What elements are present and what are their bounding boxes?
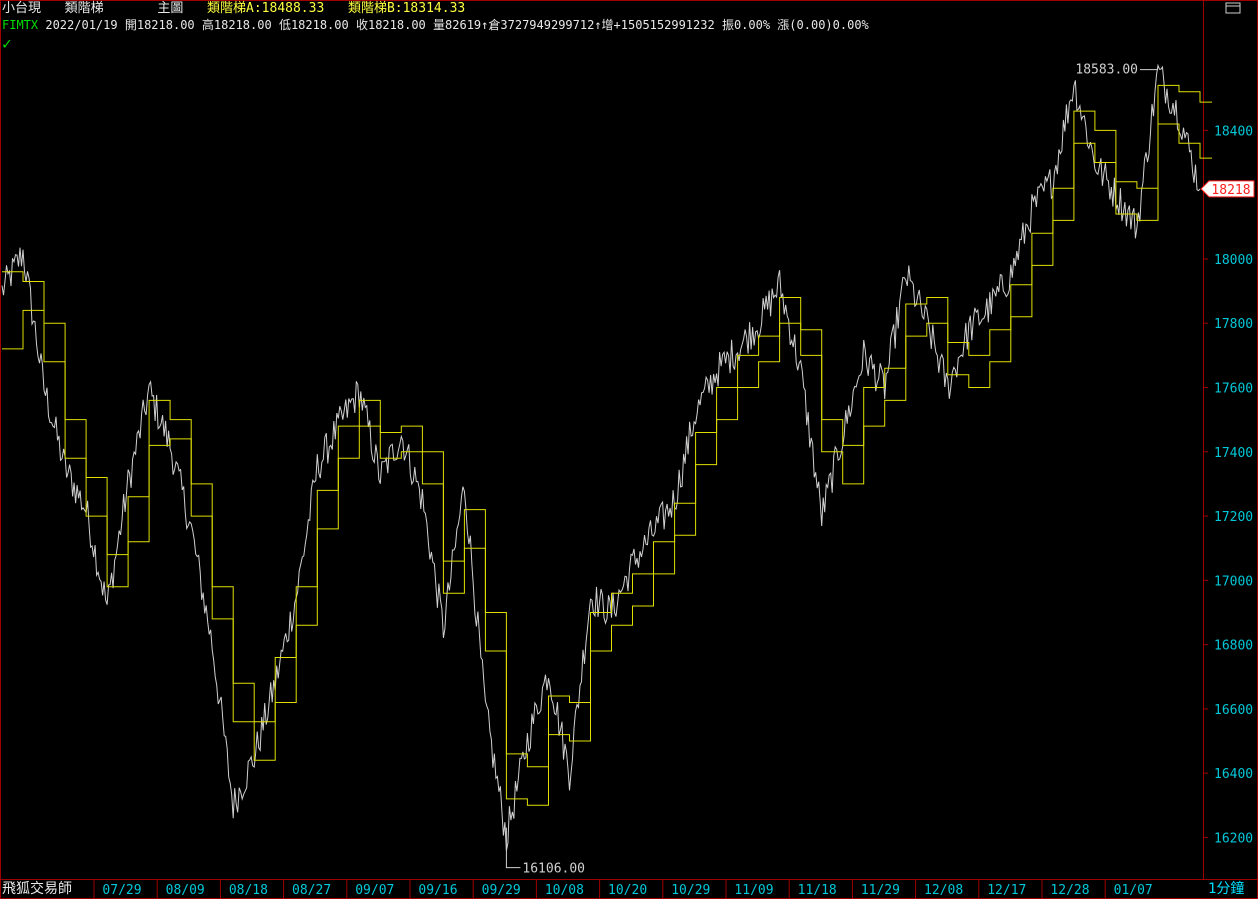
- time-tick-label: 01/07: [1114, 883, 1153, 898]
- indicator-name: 類階梯: [64, 1, 104, 16]
- price-tick-label: 17600: [1214, 382, 1253, 397]
- price-tick-label: 17800: [1214, 317, 1253, 332]
- annotations: 18583.00 16106.00 18218: [505, 63, 1255, 877]
- indicator-a-value: 類階梯A:18488.33: [207, 1, 325, 16]
- quote-volume: 量82619: [433, 18, 482, 32]
- price-tick-label: 17000: [1214, 574, 1253, 589]
- price-axis[interactable]: 16200 16400 16600 16800 17000 17200 17400 17600…: [1203, 124, 1253, 846]
- price-tick-label: 16800: [1214, 639, 1253, 654]
- price-line: [1, 63, 1201, 851]
- last-price-label: 18218: [1211, 183, 1250, 198]
- price-tick-label: 16400: [1214, 767, 1253, 782]
- chart-header: 小台現 類階梯 主圖 類階梯A:18488.33 類階梯B:18314.33: [2, 0, 465, 17]
- time-tick-label: 10/08: [545, 883, 584, 898]
- check-icon[interactable]: ✓: [2, 36, 12, 52]
- quote-low: 低18218.00: [278, 18, 349, 32]
- indicator-b-value: 類階梯B:18314.33: [347, 1, 466, 16]
- price-series: [1, 63, 1201, 851]
- price-tick-label: 18400: [1214, 124, 1253, 139]
- price-tick-label: 16600: [1214, 703, 1253, 718]
- up-arrow-icon: ↑: [594, 18, 602, 32]
- price-tick-label: 16200: [1214, 831, 1253, 846]
- quote-change: 漲(0.00)0.00%: [777, 18, 869, 32]
- ladder-line-a: [2, 84, 1212, 768]
- time-tick-label: 10/20: [608, 883, 647, 898]
- time-tick-label: 11/29: [861, 883, 900, 898]
- time-tick-label: 08/18: [229, 883, 268, 898]
- max-price-label: 18583.00: [1075, 63, 1138, 78]
- price-tick-label: 17400: [1214, 446, 1253, 461]
- price-tick-label: 17200: [1214, 510, 1253, 525]
- quote-line: FIMTX 2022/01/19 開18218.00 高18218.00 低18…: [2, 17, 869, 34]
- time-tick-label: 11/09: [734, 883, 773, 898]
- instrument-name: 小台現: [2, 1, 42, 16]
- time-tick-label: 07/29: [102, 883, 141, 898]
- symbol-code: FIMTX: [2, 18, 39, 32]
- time-tick-label: 11/18: [798, 883, 837, 898]
- quote-oi-change: 增+1505152991232: [601, 18, 715, 32]
- time-tick-label: 08/27: [292, 883, 331, 898]
- window-toggle-icon[interactable]: [1222, 0, 1244, 16]
- chart-frame: [0, 0, 1258, 899]
- time-tick-label: 09/16: [418, 883, 457, 898]
- quote-open: 開18218.00: [124, 18, 195, 32]
- ladder-series: [2, 84, 1212, 806]
- price-tick-label: 18000: [1214, 253, 1253, 268]
- quote-amplitude: 振0.00%: [721, 18, 771, 32]
- chart-window: 16200 16400 16600 16800 17000 17200 17400 17600…: [0, 0, 1258, 899]
- quote-open-interest: 倉3727949299712: [488, 18, 595, 32]
- period-selector[interactable]: 1分鐘: [1208, 880, 1244, 898]
- time-tick-label: 09/29: [482, 883, 521, 898]
- panel-label: 主圖: [157, 1, 184, 16]
- price-chart[interactable]: 16200 16400 16600 16800 17000 17200 17400 17600…: [0, 0, 1258, 899]
- time-axis[interactable]: 07/29 08/09 08/18 08/27 09/07 09/16 09/29 10/08…: [93, 879, 1153, 899]
- time-tick-label: 12/28: [1050, 883, 1089, 898]
- time-tick-label: 12/17: [987, 883, 1026, 898]
- quote-close: 收18218.00: [355, 18, 426, 32]
- time-tick-label: 10/29: [671, 883, 710, 898]
- time-tick-label: 08/09: [166, 883, 205, 898]
- min-price-label: 16106.00: [522, 862, 585, 877]
- quote-date: 2022/01/19: [45, 18, 118, 32]
- quote-high: 高18218.00: [201, 18, 272, 32]
- app-name: 飛狐交易師: [2, 881, 72, 897]
- time-tick-label: 12/08: [924, 883, 963, 898]
- time-tick-label: 09/07: [355, 883, 394, 898]
